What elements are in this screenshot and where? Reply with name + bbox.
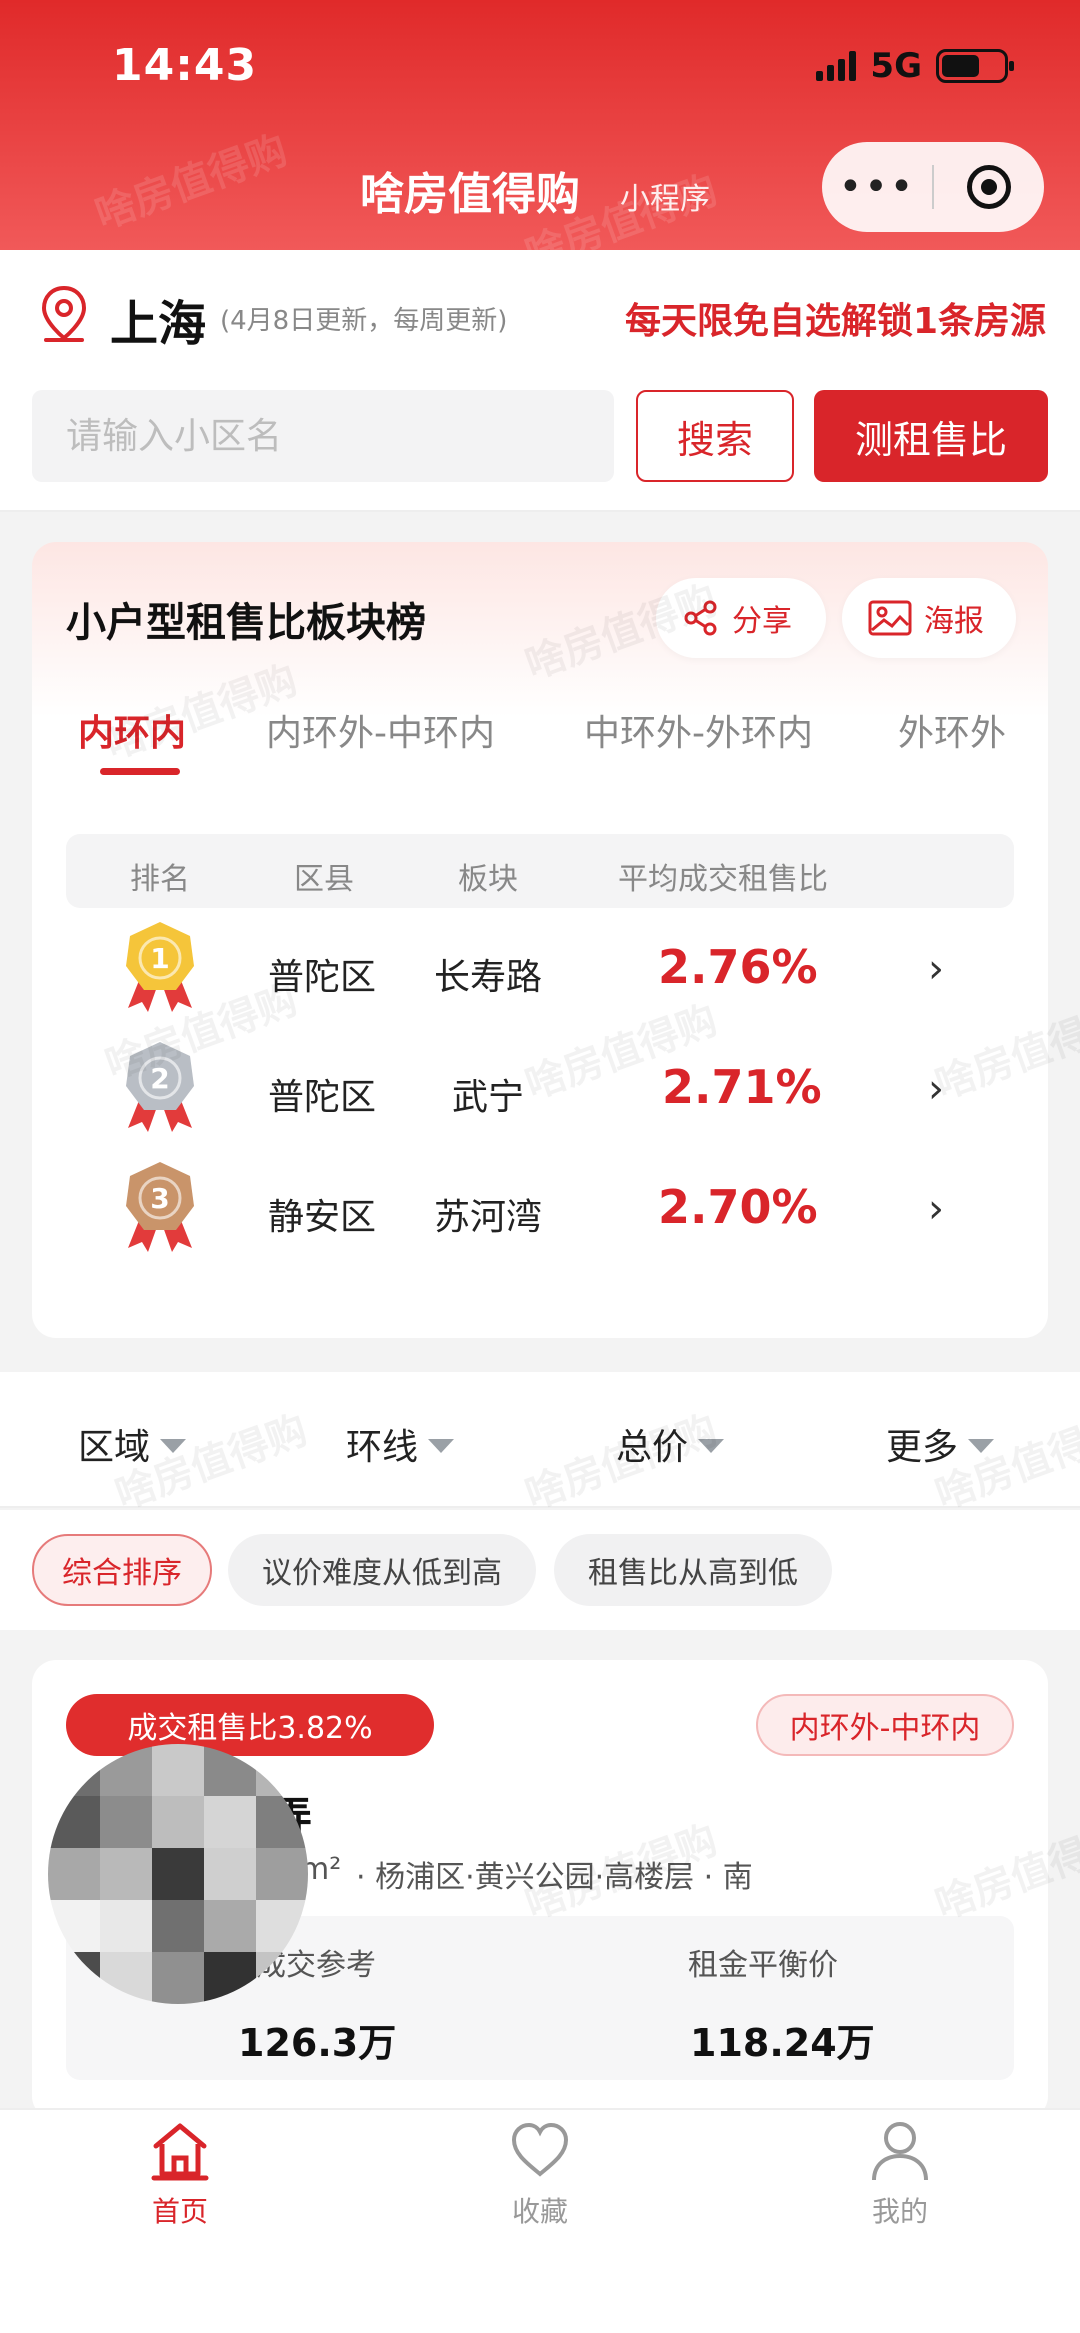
miniprogram-capsule: ••• (822, 142, 1044, 232)
header-district: 区县 (294, 862, 354, 897)
caret-down-icon (968, 1439, 995, 1453)
filter-ring[interactable]: 环线 (346, 1418, 455, 1470)
filter-area[interactable]: 区域 (78, 1418, 187, 1470)
row-district: 普陀区 (268, 957, 377, 998)
search-button[interactable]: 搜索 (636, 390, 794, 482)
ranking-row[interactable]: 1 普陀区 长寿路 2.76% › (66, 922, 1014, 1024)
watermark: 啥房值得购 (89, 126, 294, 239)
caret-down-icon (698, 1439, 725, 1453)
user-icon (872, 2122, 928, 2181)
row-ratio: 2.76% (658, 940, 818, 994)
update-note: (4月8日更新，每周更新) (220, 306, 508, 336)
filter-more[interactable]: 更多 (886, 1418, 995, 1470)
image-icon (868, 600, 912, 636)
row-district: 普陀区 (268, 1077, 377, 1118)
bronze-medal-icon: 3 (126, 1162, 194, 1252)
tab-inner-to-middle[interactable]: 内环外-中环内 (266, 704, 495, 756)
signal-icon (816, 51, 857, 81)
medal-number: 2 (150, 1062, 169, 1095)
ranking-title: 小户型租售比板块榜 (66, 600, 426, 646)
tab-middle-to-outer[interactable]: 中环外-外环内 (584, 704, 813, 756)
poster-button[interactable]: 海报 (842, 578, 1016, 658)
pixelated-avatar (48, 1744, 308, 2004)
network-type: 5G (870, 46, 922, 86)
filter-label: 环线 (346, 1427, 419, 1468)
balance-label: 租金平衡价 (688, 1948, 838, 1983)
ring-badge: 内环外-中环内 (756, 1694, 1014, 1756)
ranking-table-header: 排名 区县 板块 平均成交租售比 (66, 834, 1014, 908)
silver-medal-icon: 2 (126, 1042, 194, 1132)
header-ratio: 平均成交租售比 (618, 862, 828, 897)
row-block: 武宁 (452, 1077, 525, 1118)
chevron-right-icon: › (928, 946, 944, 992)
caret-down-icon (160, 1439, 187, 1453)
filter-label: 区域 (78, 1427, 151, 1468)
sort-chip-bargain[interactable]: 议价难度从低到高 (228, 1534, 536, 1606)
sort-chip-default[interactable]: 综合排序 (32, 1534, 212, 1606)
tabbar-label: 首页 (151, 2195, 208, 2228)
share-label: 分享 (732, 604, 792, 639)
tabbar-label: 我的 (871, 2195, 928, 2228)
sort-chip-ratio[interactable]: 租售比从高到低 (554, 1534, 832, 1606)
home-icon (151, 2123, 209, 2181)
row-ratio: 2.71% (662, 1060, 822, 1114)
chevron-right-icon: › (928, 1186, 944, 1232)
medal-number: 3 (150, 1182, 169, 1215)
app-title: 啥房值得购 (360, 169, 580, 220)
balance-value: 118.24万 (690, 2021, 875, 2065)
row-district: 静安区 (268, 1197, 377, 1238)
tabbar-home[interactable]: 首页 (80, 2118, 280, 2230)
header-block: 板块 (458, 862, 518, 897)
tab-outer-ring[interactable]: 外环外 (898, 704, 1006, 756)
chevron-right-icon: › (928, 1066, 944, 1112)
ratio-badge: 成交租售比3.82% (66, 1694, 434, 1756)
caret-down-icon (428, 1439, 455, 1453)
ranking-row[interactable]: 2 普陀区 武宁 2.71% › (66, 1042, 1014, 1144)
app-header: 14:43 5G 啥房值得购 小程序 ••• 啥房值得购 啥房值得购 (0, 0, 1080, 279)
close-miniprogram-button[interactable] (934, 165, 1044, 209)
row-block: 苏河湾 (434, 1197, 543, 1238)
status-indicators: 5G (816, 46, 1014, 86)
tab-inner-ring[interactable]: 内环内 (78, 704, 186, 756)
deal-value: 126.3万 (238, 2021, 397, 2065)
filter-price[interactable]: 总价 (616, 1418, 725, 1470)
listing-meta: · 杨浦区·黄兴公园·高楼层 · 南 (356, 1860, 753, 1895)
ranking-row[interactable]: 3 静安区 苏河湾 2.70% › (66, 1162, 1014, 1264)
poster-label: 海报 (924, 604, 984, 639)
promo-text: 每天限免自选解锁1条房源 (624, 301, 1046, 342)
filter-label: 更多 (886, 1427, 959, 1468)
tabbar-favorites[interactable]: 收藏 (440, 2118, 640, 2230)
location-pin-icon[interactable] (38, 284, 90, 344)
target-icon (967, 165, 1011, 209)
share-button[interactable]: 分享 (656, 578, 826, 658)
status-time: 14:43 (112, 40, 258, 91)
tabbar-profile[interactable]: 我的 (800, 2118, 1000, 2230)
header-rank: 排名 (130, 862, 190, 897)
app-subtitle: 小程序 (620, 182, 710, 217)
row-block: 长寿路 (434, 957, 543, 998)
heart-icon (511, 2122, 569, 2177)
more-dots-icon[interactable]: ••• (822, 142, 932, 232)
share-icon (684, 600, 717, 636)
search-input[interactable] (32, 390, 614, 482)
active-tab-indicator (100, 768, 180, 775)
gold-medal-icon: 1 (126, 922, 194, 1012)
medal-number: 1 (150, 942, 169, 975)
tabbar-label: 收藏 (511, 2195, 568, 2228)
filter-label: 总价 (616, 1427, 689, 1468)
battery-icon (936, 49, 1014, 83)
row-ratio: 2.70% (658, 1180, 818, 1234)
measure-ratio-button[interactable]: 测租售比 (814, 390, 1048, 482)
city-selector[interactable]: 上海 (110, 284, 206, 354)
